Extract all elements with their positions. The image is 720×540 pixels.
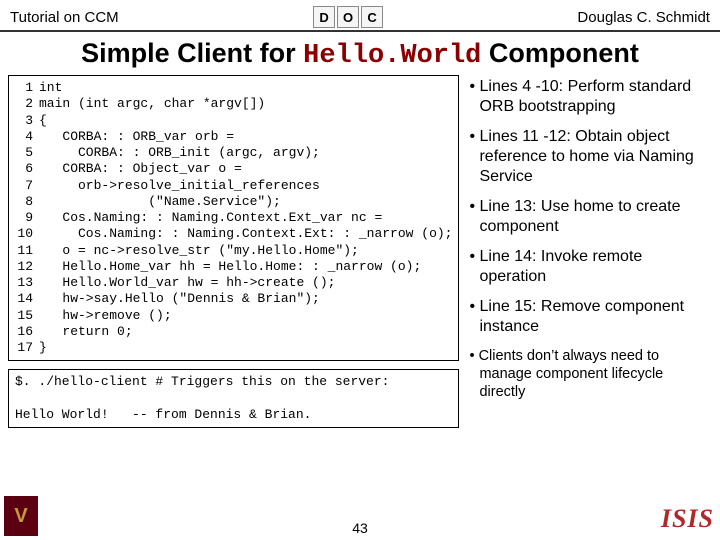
bullet-item: • Line 13: Use home to create component xyxy=(465,197,712,237)
title-mono: Hello.World xyxy=(303,41,481,71)
code-text: return 0; xyxy=(39,324,133,340)
terminal-line: Hello World! -- from Dennis & Brian. xyxy=(15,407,311,422)
line-number: 5 xyxy=(15,145,39,161)
isis-logo: ISIS xyxy=(661,504,714,534)
code-line: 14 hw->say.Hello ("Dennis & Brian"); xyxy=(15,291,452,307)
line-number: 16 xyxy=(15,324,39,340)
logo-letter: C xyxy=(361,6,383,28)
code-text: ("Name.Service"); xyxy=(39,194,281,210)
code-text: Cos.Naming: : Naming.Context.Ext: : _nar… xyxy=(39,226,452,242)
line-number: 12 xyxy=(15,259,39,275)
code-line: 11 o = nc->resolve_str ("my.Hello.Home")… xyxy=(15,243,452,259)
code-listing: 1int2main (int argc, char *argv[])3{4 CO… xyxy=(8,75,459,361)
code-text: hw->remove (); xyxy=(39,308,172,324)
terminal-line: $. ./hello-client # Triggers this on the… xyxy=(15,374,389,389)
code-text: o = nc->resolve_str ("my.Hello.Home"); xyxy=(39,243,359,259)
code-line: 5 CORBA: : ORB_init (argc, argv); xyxy=(15,145,452,161)
doc-logo: D O C xyxy=(313,6,383,28)
slide-title: Simple Client for Hello.World Component xyxy=(0,38,720,71)
bullet-item: • Lines 4 -10: Perform standard ORB boot… xyxy=(465,77,712,117)
line-number: 10 xyxy=(15,226,39,242)
line-number: 17 xyxy=(15,340,39,356)
code-line: 1int xyxy=(15,80,452,96)
bullet-item: • Lines 11 -12: Obtain object reference … xyxy=(465,127,712,187)
code-line: 8 ("Name.Service"); xyxy=(15,194,452,210)
code-line: 2main (int argc, char *argv[]) xyxy=(15,96,452,112)
code-text: CORBA: : ORB_var orb = xyxy=(39,129,234,145)
line-number: 8 xyxy=(15,194,39,210)
code-line: 13 Hello.World_var hw = hh->create (); xyxy=(15,275,452,291)
code-line: 17} xyxy=(15,340,452,356)
code-line: 3{ xyxy=(15,113,452,129)
line-number: 9 xyxy=(15,210,39,226)
line-number: 14 xyxy=(15,291,39,307)
title-suffix: Component xyxy=(481,38,638,68)
bullet-item: • Line 14: Invoke remote operation xyxy=(465,247,712,287)
line-number: 7 xyxy=(15,178,39,194)
line-number: 11 xyxy=(15,243,39,259)
code-line: 15 hw->remove (); xyxy=(15,308,452,324)
code-line: 16 return 0; xyxy=(15,324,452,340)
logo-letter: D xyxy=(313,6,335,28)
line-number: 13 xyxy=(15,275,39,291)
code-line: 10 Cos.Naming: : Naming.Context.Ext: : _… xyxy=(15,226,452,242)
code-text: Hello.World_var hw = hh->create (); xyxy=(39,275,335,291)
code-line: 6 CORBA: : Object_var o = xyxy=(15,161,452,177)
page-number: 43 xyxy=(0,520,720,536)
line-number: 3 xyxy=(15,113,39,129)
header-left: Tutorial on CCM xyxy=(10,9,119,26)
code-text: Cos.Naming: : Naming.Context.Ext_var nc … xyxy=(39,210,382,226)
title-prefix: Simple Client for xyxy=(81,38,303,68)
code-line: 12 Hello.Home_var hh = Hello.Home: : _na… xyxy=(15,259,452,275)
bullet-sub-item: • Clients don’t always need to manage co… xyxy=(465,347,712,401)
code-text: int xyxy=(39,80,62,96)
line-number: 1 xyxy=(15,80,39,96)
code-line: 9 Cos.Naming: : Naming.Context.Ext_var n… xyxy=(15,210,452,226)
header-right: Douglas C. Schmidt xyxy=(577,9,710,26)
bullet-list: • Lines 4 -10: Perform standard ORB boot… xyxy=(465,75,712,436)
line-number: 15 xyxy=(15,308,39,324)
terminal-output: $. ./hello-client # Triggers this on the… xyxy=(8,369,459,428)
line-number: 6 xyxy=(15,161,39,177)
line-number: 2 xyxy=(15,96,39,112)
code-text: main (int argc, char *argv[]) xyxy=(39,96,265,112)
code-line: 7 orb->resolve_initial_references xyxy=(15,178,452,194)
code-line: 4 CORBA: : ORB_var orb = xyxy=(15,129,452,145)
logo-letter: O xyxy=(337,6,359,28)
line-number: 4 xyxy=(15,129,39,145)
code-text: hw->say.Hello ("Dennis & Brian"); xyxy=(39,291,320,307)
code-text: Hello.Home_var hh = Hello.Home: : _narro… xyxy=(39,259,421,275)
code-text: CORBA: : ORB_init (argc, argv); xyxy=(39,145,320,161)
code-text: { xyxy=(39,113,47,129)
code-text: CORBA: : Object_var o = xyxy=(39,161,242,177)
bullet-item: • Line 15: Remove component instance xyxy=(465,297,712,337)
code-text: orb->resolve_initial_references xyxy=(39,178,320,194)
code-text: } xyxy=(39,340,47,356)
